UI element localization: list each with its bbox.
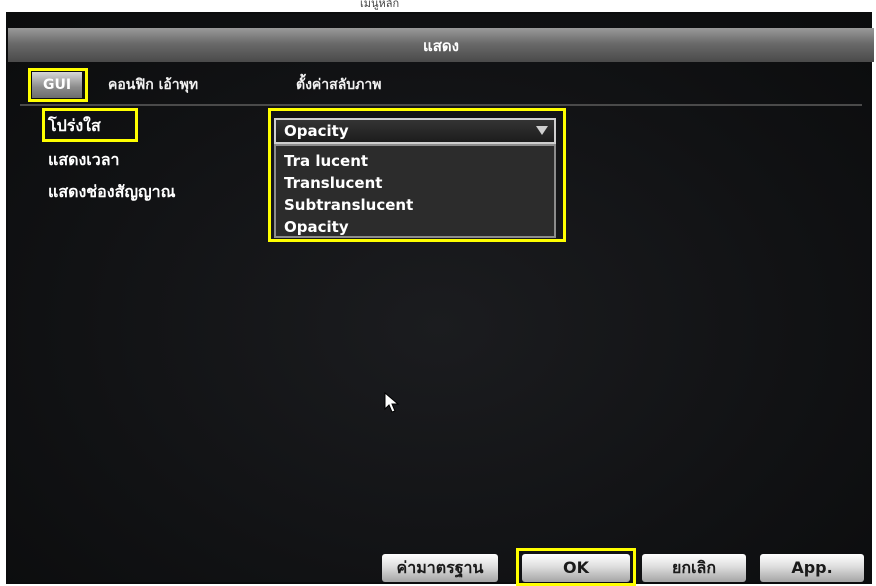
mouse-pointer-icon [384,391,402,418]
apply-button[interactable]: App. [760,554,864,582]
display-settings-screen: แสดง GUI คอนฟิก เอ้าพุท ตั้งค่าสลับภาพ โ… [6,12,874,586]
ok-button-highlight [516,548,636,586]
tab-switch-settings[interactable]: ตั้งค่าสลับภาพ [296,72,381,98]
tab-output-config[interactable]: คอนฟิก เอ้าพุท [108,72,198,98]
top-strip-text: เมนูหลัก [360,0,400,10]
tab-separator [20,104,862,106]
button-bar: ค่ามาตรฐาน OK ยกเลิก App. [8,548,874,586]
window-title: แสดง [423,37,459,55]
top-strip: เมนูหลัก [0,0,876,12]
transparency-label-highlight [42,108,138,142]
label-show-time: แสดงเวลา [48,150,120,169]
cancel-button[interactable]: ยกเลิก [642,554,746,582]
tab-bar: GUI คอนฟิก เอ้าพุท ตั้งค่าสลับภาพ [8,68,874,102]
label-show-channel: แสดงช่องสัญญาณ [48,182,176,201]
dropdown-highlight [268,108,566,242]
default-button[interactable]: ค่ามาตรฐาน [382,554,498,582]
gui-tab-highlight [28,68,88,102]
